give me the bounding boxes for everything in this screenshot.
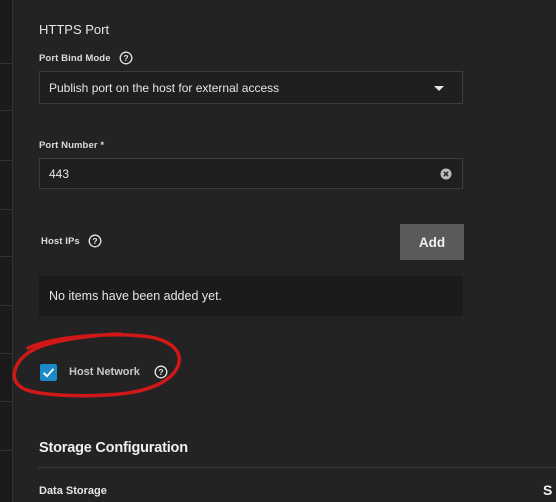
- storage-configuration-title: Storage Configuration: [39, 440, 188, 456]
- port-number-value: 443: [49, 167, 70, 181]
- checkmark-icon: [42, 368, 55, 378]
- sidebar-divider: [0, 450, 12, 451]
- host-ips-label-row: Host IPs ?: [41, 234, 102, 248]
- help-circle-icon[interactable]: ?: [154, 365, 168, 379]
- help-circle-icon[interactable]: ?: [88, 234, 102, 248]
- host-ips-label: Host IPs: [41, 235, 80, 247]
- svg-text:?: ?: [123, 53, 128, 63]
- sidebar-divider: [0, 160, 12, 161]
- sidebar-divider: [0, 353, 12, 354]
- sidebar-divider: [0, 401, 12, 402]
- sidebar-divider: [0, 256, 12, 257]
- sidebar-divider: [0, 110, 12, 111]
- port-number-input[interactable]: 443: [39, 158, 463, 189]
- section-divider: [38, 467, 556, 468]
- clear-circle-icon[interactable]: [439, 167, 453, 181]
- port-number-label: Port Number *: [39, 140, 105, 151]
- bind-mode-label-row: Port Bind Mode ?: [39, 51, 133, 65]
- help-circle-icon[interactable]: ?: [119, 51, 133, 65]
- bind-mode-label: Port Bind Mode: [39, 52, 111, 64]
- host-ips-list: No items have been added yet.: [39, 276, 463, 316]
- svg-text:?: ?: [92, 236, 97, 246]
- sidebar-divider: [0, 209, 12, 210]
- host-network-label: Host Network: [69, 366, 140, 378]
- bind-mode-value: Publish port on the host for external ac…: [49, 81, 280, 95]
- section-title: HTTPS Port: [39, 22, 110, 37]
- add-host-ip-button[interactable]: Add: [400, 224, 464, 260]
- data-storage-label: Data Storage: [39, 485, 107, 497]
- sidebar-divider: [0, 63, 12, 64]
- caret-down-icon: [434, 86, 444, 91]
- empty-list-message: No items have been added yet.: [49, 289, 223, 303]
- svg-text:?: ?: [158, 367, 163, 377]
- host-network-checkbox[interactable]: [40, 364, 57, 381]
- left-sidebar-edge: [0, 0, 13, 502]
- truncated-heading: S: [543, 482, 553, 498]
- sidebar-divider: [0, 305, 12, 306]
- bind-mode-select[interactable]: Publish port on the host for external ac…: [39, 71, 463, 104]
